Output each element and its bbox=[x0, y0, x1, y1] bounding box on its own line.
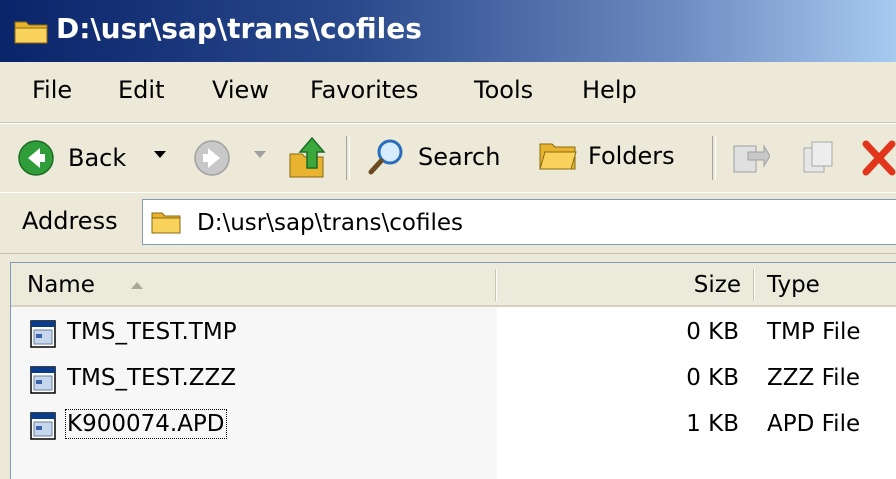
move-to-button[interactable] bbox=[730, 138, 770, 178]
file-size: 0 KB bbox=[686, 365, 739, 391]
sort-ascending-icon bbox=[131, 282, 143, 289]
folders-icon bbox=[539, 143, 577, 170]
column-header-name-label: Name bbox=[27, 272, 95, 298]
delete-x-icon bbox=[862, 140, 896, 176]
address-label: Address bbox=[22, 207, 118, 235]
back-dropdown[interactable] bbox=[152, 148, 168, 162]
search-icon bbox=[368, 139, 403, 175]
folders-button[interactable]: Folders bbox=[538, 138, 675, 174]
generic-file-icon bbox=[30, 412, 56, 440]
menu-tools[interactable]: Tools bbox=[474, 76, 533, 104]
file-name: TMS_TEST.ZZZ bbox=[67, 365, 237, 391]
file-row[interactable]: K900074.APD 1 KB APD File bbox=[11, 405, 896, 445]
title-bar[interactable]: D:\usr\sap\trans\cofiles bbox=[0, 0, 896, 62]
file-row[interactable]: TMS_TEST.TMP 0 KB TMP File bbox=[11, 313, 896, 353]
column-header-size-label: Size bbox=[693, 272, 741, 298]
search-button[interactable]: Search bbox=[366, 136, 500, 178]
file-name: TMS_TEST.TMP bbox=[67, 319, 237, 345]
toolbar-separator bbox=[346, 136, 350, 180]
file-size: 1 KB bbox=[686, 411, 739, 437]
forward-button[interactable] bbox=[192, 138, 232, 178]
dropdown-arrow-icon bbox=[154, 151, 166, 158]
search-label: Search bbox=[418, 143, 501, 171]
file-row[interactable]: TMS_TEST.ZZZ 0 KB ZZZ File bbox=[11, 359, 896, 399]
folder-icon bbox=[151, 212, 181, 234]
folder-icon bbox=[14, 21, 48, 44]
toolbar-separator bbox=[712, 136, 716, 180]
menu-edit[interactable]: Edit bbox=[118, 76, 164, 104]
menu-file[interactable]: File bbox=[32, 76, 72, 104]
file-name: K900074.APD bbox=[65, 409, 227, 439]
forward-dropdown[interactable] bbox=[252, 148, 268, 162]
address-value: D:\usr\sap\trans\cofiles bbox=[197, 210, 464, 236]
forward-arrow-icon bbox=[194, 140, 230, 176]
back-arrow-icon bbox=[18, 140, 54, 176]
copy-to-icon bbox=[803, 141, 833, 173]
menu-favorites[interactable]: Favorites bbox=[310, 76, 418, 104]
address-bar: Address D:\usr\sap\trans\cofiles bbox=[0, 192, 896, 254]
menu-help[interactable]: Help bbox=[582, 76, 637, 104]
column-header-type[interactable]: Type bbox=[755, 263, 896, 307]
back-label: Back bbox=[68, 144, 127, 172]
file-type: ZZZ File bbox=[767, 365, 861, 391]
up-button[interactable] bbox=[288, 134, 332, 180]
menu-view[interactable]: View bbox=[212, 76, 269, 104]
folder-up-icon bbox=[289, 136, 326, 178]
standard-toolbar: Back Search Folders bbox=[0, 123, 896, 193]
folders-label: Folders bbox=[588, 142, 675, 170]
generic-file-icon bbox=[30, 320, 56, 348]
column-header-name[interactable]: Name bbox=[11, 263, 497, 307]
dropdown-arrow-icon bbox=[254, 151, 266, 158]
generic-file-icon bbox=[30, 366, 56, 394]
back-button[interactable]: Back bbox=[16, 138, 126, 178]
explorer-window: D:\usr\sap\trans\cofiles File Edit View … bbox=[0, 0, 896, 479]
window-title: D:\usr\sap\trans\cofiles bbox=[56, 12, 422, 45]
file-list[interactable]: Name Size Type TMS_TEST.TMP 0 KB TMP Fil… bbox=[10, 262, 896, 479]
file-type: TMP File bbox=[767, 319, 861, 345]
move-to-icon bbox=[733, 144, 770, 173]
copy-to-button[interactable] bbox=[800, 138, 840, 178]
address-input[interactable]: D:\usr\sap\trans\cofiles bbox=[142, 199, 896, 245]
column-header-size[interactable]: Size bbox=[497, 263, 755, 307]
delete-button[interactable] bbox=[862, 140, 896, 176]
file-type: APD File bbox=[767, 411, 861, 437]
menu-bar: File Edit View Favorites Tools Help bbox=[0, 62, 896, 123]
column-header-type-label: Type bbox=[767, 272, 820, 298]
file-size: 0 KB bbox=[686, 319, 739, 345]
